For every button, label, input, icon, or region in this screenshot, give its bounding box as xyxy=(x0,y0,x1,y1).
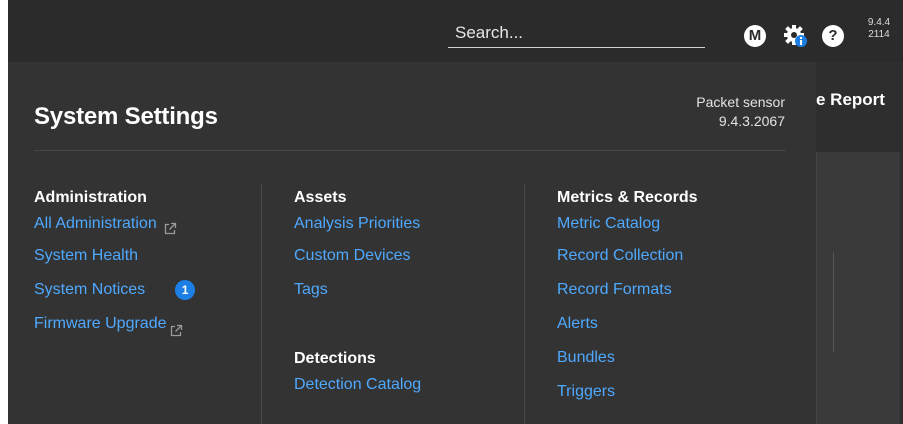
triggers-link[interactable]: Triggers xyxy=(557,375,698,409)
column-divider xyxy=(524,184,525,424)
link-label: Triggers xyxy=(557,383,616,400)
all-administration-link[interactable]: All Administration xyxy=(34,209,195,239)
assets-heading: Assets xyxy=(294,189,347,206)
assets-column: Assets Analysis Priorities Custom Device… xyxy=(294,186,421,400)
link-label: Metric Catalog xyxy=(557,215,661,232)
metrics-records-column: Metrics & Records Metric Catalog Record … xyxy=(557,186,698,409)
administration-column: Administration All Administration System… xyxy=(34,186,196,341)
sensor-info: Packet sensor 9.4.3.2067 xyxy=(696,93,785,131)
user-avatar-icon[interactable]: M xyxy=(744,25,766,47)
column-divider xyxy=(261,184,262,424)
administration-heading: Administration xyxy=(34,189,147,206)
menu-divider xyxy=(34,150,786,151)
link-label: Record Formats xyxy=(557,281,672,298)
background-divider xyxy=(833,252,834,352)
external-link-icon xyxy=(163,217,177,235)
notice-count-badge: 1 xyxy=(175,280,196,300)
metric-catalog-link[interactable]: Metric Catalog xyxy=(557,209,698,239)
help-icon[interactable]: ? xyxy=(822,25,844,47)
system-settings-menu: System Settings Packet sensor 9.4.3.2067… xyxy=(8,62,816,424)
version-number: 9.4.4 xyxy=(867,17,891,28)
link-label: Record Collection xyxy=(557,247,684,264)
detection-catalog-link[interactable]: Detection Catalog xyxy=(294,370,421,400)
record-formats-link[interactable]: Record Formats xyxy=(557,273,698,307)
system-notices-link[interactable]: System Notices 1 xyxy=(34,273,196,307)
link-label: Bundles xyxy=(557,349,615,366)
firmware-upgrade-link[interactable]: Firmware Upgrade xyxy=(34,307,195,341)
menu-title: System Settings xyxy=(34,103,218,130)
link-label: Tags xyxy=(294,281,328,298)
system-health-link[interactable]: System Health xyxy=(34,239,195,273)
analysis-priorities-link[interactable]: Analysis Priorities xyxy=(294,209,421,239)
search-input[interactable]: Search... xyxy=(448,18,705,48)
link-label: Analysis Priorities xyxy=(294,215,421,232)
link-label: Firmware Upgrade xyxy=(34,315,167,332)
link-label: Custom Devices xyxy=(294,247,411,264)
link-label: System Health xyxy=(34,247,139,264)
link-label: Alerts xyxy=(557,315,598,332)
sensor-version: 9.4.3.2067 xyxy=(718,113,785,129)
detections-heading: Detections xyxy=(294,350,376,367)
sensor-type: Packet sensor xyxy=(696,94,785,110)
custom-devices-link[interactable]: Custom Devices xyxy=(294,239,421,273)
build-number: 2114 xyxy=(868,29,890,40)
record-collection-link[interactable]: Record Collection xyxy=(557,239,698,273)
link-label: All Administration xyxy=(34,215,157,232)
page-edge xyxy=(0,0,8,424)
bundles-link[interactable]: Bundles xyxy=(557,341,698,375)
external-link-icon xyxy=(169,317,183,337)
link-label: System Notices xyxy=(34,281,146,298)
background-page-title: e Report xyxy=(816,90,885,109)
link-label: Detection Catalog xyxy=(294,376,422,393)
background-card xyxy=(816,152,900,424)
gear-info-icon[interactable] xyxy=(783,23,809,49)
version-label: 9.4.4 2114 xyxy=(862,17,896,41)
alerts-link[interactable]: Alerts xyxy=(557,307,698,341)
tags-link[interactable]: Tags xyxy=(294,273,421,307)
metrics-records-heading: Metrics & Records xyxy=(557,189,698,206)
